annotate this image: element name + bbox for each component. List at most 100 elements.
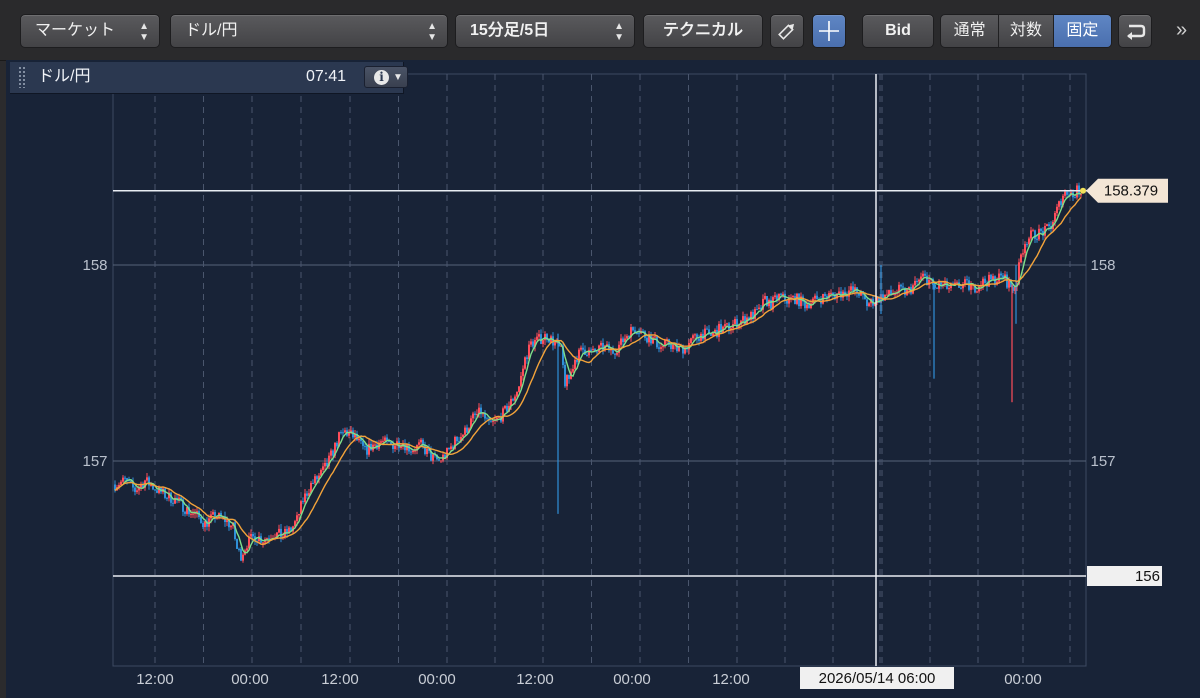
candle-body bbox=[956, 282, 958, 284]
candle-body bbox=[312, 482, 314, 484]
x-axis-label: 12:00 bbox=[516, 671, 554, 688]
candle-body bbox=[774, 295, 776, 298]
info-menu-button[interactable]: i ▼ bbox=[364, 66, 408, 88]
x-axis-label: 12:00 bbox=[321, 671, 359, 688]
candle-body bbox=[298, 513, 300, 516]
candle-body bbox=[704, 328, 706, 340]
candle-body bbox=[302, 501, 304, 503]
candle-body bbox=[960, 287, 962, 289]
candle-body bbox=[638, 333, 640, 335]
candle-body bbox=[984, 278, 986, 283]
candle-body bbox=[690, 338, 692, 344]
candle-body bbox=[1000, 273, 1002, 276]
x-axis-label: 00:00 bbox=[231, 671, 269, 688]
candle-body bbox=[1024, 244, 1026, 254]
candle-body bbox=[672, 344, 674, 349]
candle-body bbox=[568, 374, 570, 379]
candle-body bbox=[782, 293, 784, 295]
y-axis-label-left: 157 bbox=[82, 453, 107, 470]
candle-body bbox=[756, 309, 758, 311]
candle-body bbox=[238, 548, 240, 550]
candle-body bbox=[1074, 197, 1076, 199]
candle-body bbox=[970, 285, 972, 290]
candle-body bbox=[1020, 254, 1022, 263]
candle-body bbox=[382, 440, 384, 442]
candle-body bbox=[200, 517, 202, 524]
x-axis-label: 00:00 bbox=[1004, 671, 1042, 688]
candle-body bbox=[900, 284, 902, 287]
candle-body bbox=[280, 528, 282, 538]
price-chart[interactable]: 157 157 158 158 12:00 00:00 12:00 00:00 12:00 00:… bbox=[0, 0, 1200, 698]
candle-body bbox=[792, 296, 794, 298]
candle-body bbox=[524, 357, 526, 369]
candle-body bbox=[566, 374, 568, 387]
candle-body bbox=[268, 538, 270, 540]
candle-body bbox=[464, 427, 466, 435]
candle-body bbox=[394, 445, 396, 449]
candle-body bbox=[868, 303, 870, 306]
candle-body bbox=[706, 328, 708, 330]
candle-body bbox=[456, 436, 458, 442]
candle-body bbox=[342, 432, 344, 434]
x-axis-label: 00:00 bbox=[418, 671, 456, 688]
drag-handle-icon[interactable] bbox=[18, 66, 26, 88]
candle-body bbox=[366, 445, 368, 455]
candle-body bbox=[736, 318, 738, 329]
candle-body bbox=[572, 369, 574, 372]
candle-body bbox=[420, 439, 422, 443]
candle-body bbox=[154, 489, 156, 491]
candle-body bbox=[236, 539, 238, 549]
crosshair-price-label: 156 bbox=[1135, 568, 1160, 585]
candle-body bbox=[486, 418, 488, 420]
candle-body bbox=[178, 497, 180, 500]
candle-body bbox=[1036, 238, 1038, 240]
candle-body bbox=[322, 466, 324, 470]
candle-body bbox=[340, 432, 342, 434]
candle-body bbox=[414, 450, 416, 452]
candle-body bbox=[192, 513, 194, 515]
candle-body bbox=[462, 434, 464, 437]
candle-body bbox=[742, 316, 744, 321]
x-axis-label: 12:00 bbox=[712, 671, 750, 688]
candle-body bbox=[670, 344, 672, 349]
candle-body bbox=[164, 488, 166, 498]
candle-body bbox=[902, 286, 904, 288]
y-axis-label-right: 158 bbox=[1090, 257, 1115, 274]
candle-body bbox=[536, 336, 538, 340]
candle-body bbox=[816, 295, 818, 300]
candle-body bbox=[474, 413, 476, 415]
candle-body bbox=[948, 288, 950, 290]
candle-body bbox=[806, 304, 808, 309]
info-symbol: ドル/円 bbox=[38, 68, 91, 85]
candle-body bbox=[190, 513, 192, 515]
candle-body bbox=[1056, 206, 1058, 213]
candle-body bbox=[450, 446, 452, 450]
candle-body bbox=[472, 413, 474, 419]
candle-body bbox=[586, 354, 588, 356]
candle-body bbox=[520, 375, 522, 387]
candle-body bbox=[998, 273, 1000, 282]
candle-body bbox=[616, 353, 618, 355]
x-axis-label: 12:00 bbox=[136, 671, 174, 688]
candle-body bbox=[1066, 191, 1068, 195]
candle-body bbox=[156, 490, 158, 493]
candle-body bbox=[122, 477, 124, 482]
candle-body bbox=[1040, 228, 1042, 231]
candle-body bbox=[1064, 191, 1066, 196]
candle-body bbox=[504, 405, 506, 409]
candle-body bbox=[830, 292, 832, 294]
candle-body bbox=[918, 279, 920, 282]
candle-body bbox=[1032, 230, 1034, 232]
candle-body bbox=[966, 279, 968, 281]
candle-body bbox=[564, 365, 566, 387]
candle-body bbox=[344, 430, 346, 433]
candle-body bbox=[914, 280, 916, 286]
candle-body bbox=[252, 534, 254, 537]
candle-body bbox=[426, 448, 428, 454]
candle-body bbox=[990, 274, 992, 280]
candle-body bbox=[632, 327, 634, 331]
candle-body bbox=[964, 279, 966, 284]
candle-body bbox=[588, 349, 590, 356]
candle-body bbox=[626, 336, 628, 339]
candle-body bbox=[592, 348, 594, 350]
